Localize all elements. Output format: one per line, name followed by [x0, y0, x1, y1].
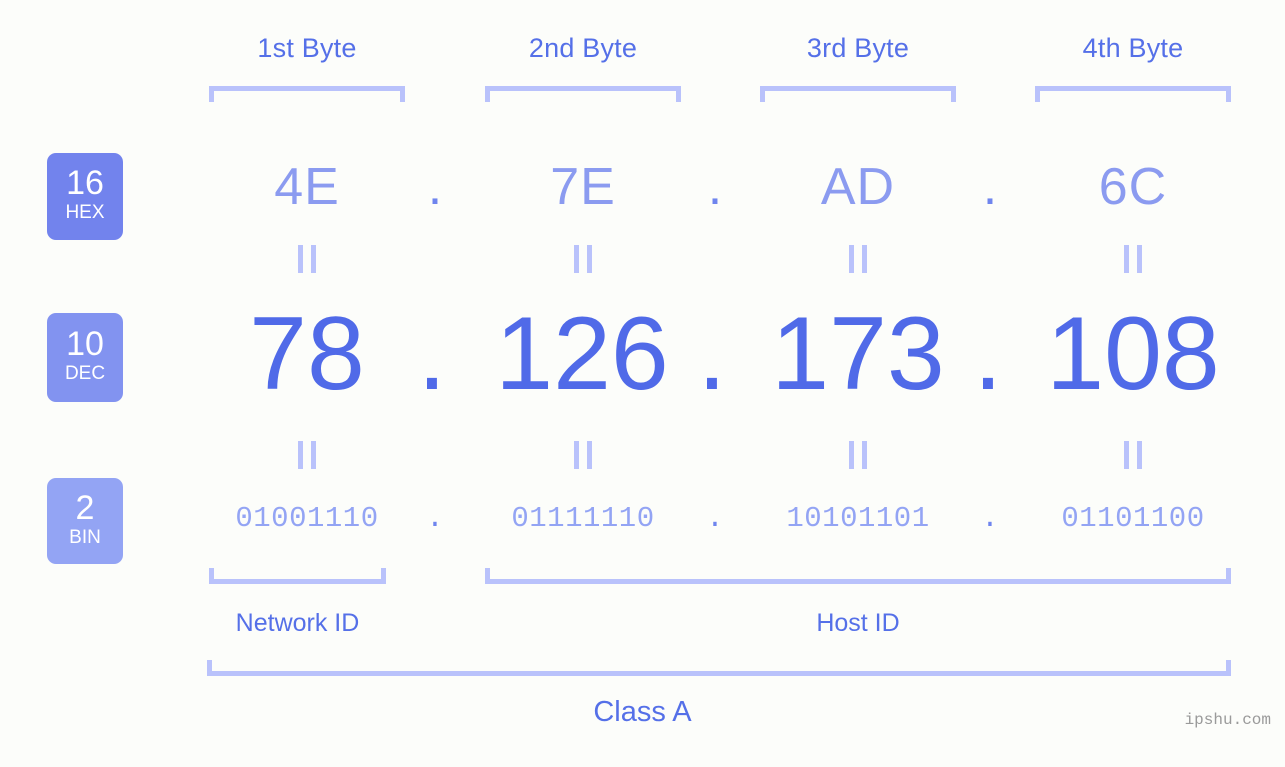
bin-byte-4: 01101100	[1061, 502, 1205, 535]
bin-separator-1: .	[426, 502, 444, 535]
hex-byte-4: 6C	[1098, 158, 1168, 216]
bin-byte-2: 01111110	[511, 502, 655, 535]
dec-separator-3: .	[973, 296, 1003, 412]
equals-connector-dec-bin-2	[485, 441, 681, 469]
dec-byte-3: 173	[771, 296, 945, 412]
equals-connector-hex-dec-1	[209, 245, 405, 273]
dec-separator-1: .	[417, 296, 447, 412]
byte-bracket-1	[209, 86, 405, 102]
class-bracket	[207, 660, 1231, 676]
bin-separator-2: .	[706, 502, 724, 535]
equals-connector-hex-dec-3	[760, 245, 956, 273]
bin-byte-3: 10101101	[786, 502, 930, 535]
dec-separator-2: .	[697, 296, 727, 412]
byte-bracket-2	[485, 86, 681, 102]
hex-separator-1: .	[427, 158, 443, 216]
hex-byte-1: 4E	[274, 158, 340, 216]
hex-separator-2: .	[707, 158, 723, 216]
byte-header-2: 2nd Byte	[528, 33, 638, 63]
equals-connector-hex-dec-2	[485, 245, 681, 273]
byte-header-1: 1st Byte	[257, 33, 357, 63]
equals-connector-dec-bin-4	[1035, 441, 1231, 469]
ip-breakdown-diagram: 1st Byte 2nd Byte 3rd Byte 4th Byte 16 H…	[0, 0, 1285, 767]
dec-row: 78 . 126 . 173 . 108	[0, 300, 1285, 410]
byte-bracket-4	[1035, 86, 1231, 102]
hex-row: 4E . 7E . AD . 6C	[0, 150, 1285, 230]
dec-byte-2: 126	[495, 296, 669, 412]
bin-row: 01001110 . 01111110 . 10101101 . 0110110…	[0, 492, 1285, 552]
equals-connector-dec-bin-1	[209, 441, 405, 469]
bin-byte-1: 01001110	[235, 502, 379, 535]
hex-byte-2: 7E	[550, 158, 616, 216]
byte-header-4: 4th Byte	[1082, 33, 1184, 63]
network-id-bracket	[209, 568, 386, 584]
network-id-label: Network ID	[235, 609, 360, 637]
byte-header-3: 3rd Byte	[806, 33, 910, 63]
hex-byte-3: AD	[820, 158, 896, 216]
hex-separator-3: .	[982, 158, 998, 216]
class-label: Class A	[593, 696, 692, 728]
site-watermark: ipshu.com	[1184, 711, 1271, 729]
byte-bracket-3	[760, 86, 956, 102]
dec-byte-4: 108	[1046, 296, 1220, 412]
bin-separator-3: .	[981, 502, 999, 535]
equals-connector-hex-dec-4	[1035, 245, 1231, 273]
dec-byte-1: 78	[249, 296, 365, 412]
host-id-label: Host ID	[816, 609, 900, 637]
equals-connector-dec-bin-3	[760, 441, 956, 469]
host-id-bracket	[485, 568, 1231, 584]
